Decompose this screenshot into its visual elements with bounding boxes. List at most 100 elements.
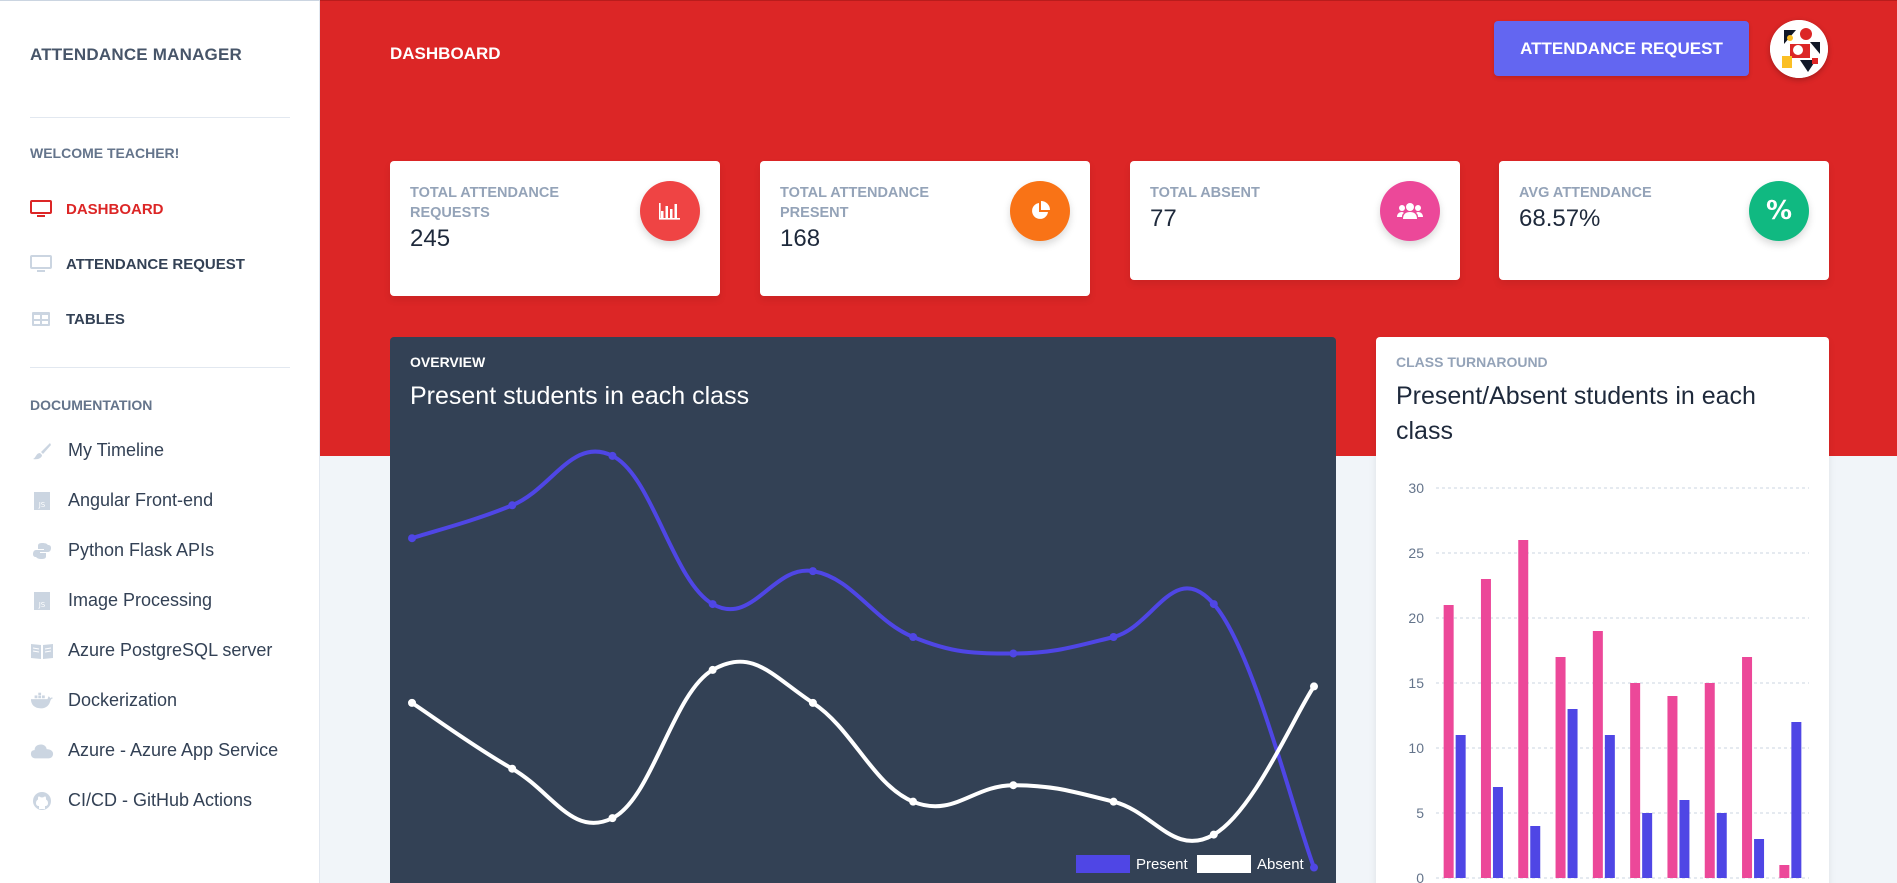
stat-value: 77 xyxy=(1150,205,1177,232)
docker-icon xyxy=(30,691,54,711)
table-icon xyxy=(30,310,52,328)
doc-link-label: Angular Front-end xyxy=(68,490,214,510)
bar-absent xyxy=(1530,826,1541,878)
data-point xyxy=(1209,830,1218,839)
cloud-icon xyxy=(30,741,54,761)
bar-present xyxy=(1742,657,1753,878)
attendance-request-button[interactable]: ATTENDANCE REQUEST xyxy=(1494,21,1749,76)
doc-link-cicd-github-actions[interactable]: CI/CD - GitHub Actions xyxy=(30,790,252,811)
doc-link-label: Azure PostgreSQL server xyxy=(68,640,273,660)
bar-present xyxy=(1630,683,1641,878)
nav-item-tables[interactable]: TABLES xyxy=(30,310,125,328)
bar-present xyxy=(1779,865,1790,878)
data-point xyxy=(508,501,517,510)
doc-link-python-flask-apis[interactable]: Python Flask APIs xyxy=(30,540,214,561)
bar-present xyxy=(1518,540,1529,878)
bar-present xyxy=(1592,631,1603,878)
bar-present xyxy=(1480,579,1491,878)
legend-swatch xyxy=(1076,855,1130,873)
monitor-icon xyxy=(30,255,52,273)
doc-link-angular-front-end[interactable]: JS Angular Front-end xyxy=(30,490,213,511)
data-point xyxy=(1109,633,1118,641)
divider xyxy=(30,117,290,118)
y-tick-label: 15 xyxy=(1408,675,1424,691)
nav-item-attendance-request[interactable]: ATTENDANCE REQUEST xyxy=(30,255,245,273)
data-point xyxy=(808,698,817,707)
data-point xyxy=(1109,797,1118,806)
overview-panel: OVERVIEW Present students in each class … xyxy=(390,337,1336,883)
y-tick-label: 0 xyxy=(1416,870,1424,883)
nav-item-dashboard[interactable]: DASHBOARD xyxy=(30,200,164,218)
data-point xyxy=(1009,649,1018,658)
legend-absent[interactable]: Absent xyxy=(1197,855,1304,873)
stat-card-avg-attendance: AVG ATTENDANCE 68.57% % xyxy=(1499,161,1829,280)
data-point xyxy=(608,451,617,460)
doc-link-label: Azure - Azure App Service xyxy=(68,740,279,760)
stat-card-absent: TOTAL ABSENT 77 xyxy=(1130,161,1460,280)
percent-icon: % xyxy=(1749,181,1809,241)
doc-link-my-timeline[interactable]: My Timeline xyxy=(30,440,164,461)
y-tick-label: 10 xyxy=(1408,740,1424,756)
legend-swatch xyxy=(1197,855,1251,873)
pie-chart-icon xyxy=(1010,181,1070,241)
series-line-present xyxy=(411,449,1316,869)
paintbrush-icon xyxy=(30,441,54,461)
data-point xyxy=(808,567,817,576)
stat-card-present: TOTAL ATTENDANCE PRESENT 168 xyxy=(760,161,1090,296)
y-tick-label: 30 xyxy=(1408,480,1424,496)
python-icon xyxy=(30,541,54,561)
stat-value: 68.57% xyxy=(1519,205,1601,232)
brand-title[interactable]: ATTENDANCE MANAGER xyxy=(30,45,242,65)
doc-link-dockerization[interactable]: Dockerization xyxy=(30,690,177,711)
doc-link-azure-postgresql[interactable]: Azure PostgreSQL server xyxy=(30,640,272,661)
data-point xyxy=(608,814,617,823)
line-chart xyxy=(408,449,1318,872)
legend-present[interactable]: Present xyxy=(1076,855,1188,873)
bar-absent xyxy=(1604,735,1615,878)
data-point xyxy=(1009,781,1018,790)
doc-link-azure-app-service[interactable]: Azure - Azure App Service xyxy=(30,740,278,761)
bar-absent xyxy=(1455,735,1466,878)
y-tick-label: 25 xyxy=(1408,545,1424,561)
legend-label: Absent xyxy=(1257,855,1304,873)
doc-link-image-processing[interactable]: JS Image Processing xyxy=(30,590,212,611)
bar-present xyxy=(1555,657,1566,878)
bar-absent xyxy=(1492,787,1503,878)
bar-chart: 0 5 10 15 20 25 30 xyxy=(1408,480,1809,883)
js-file-icon: JS xyxy=(30,491,54,511)
doc-link-label: Image Processing xyxy=(68,590,213,610)
series-line-absent xyxy=(410,659,1316,843)
data-point xyxy=(909,797,918,806)
page-title[interactable]: DASHBOARD xyxy=(390,44,501,64)
svg-text:JS: JS xyxy=(38,601,46,609)
y-tick-label: 20 xyxy=(1408,610,1424,626)
stat-value: 168 xyxy=(780,225,821,252)
doc-link-label: Python Flask APIs xyxy=(68,540,215,560)
data-point xyxy=(708,600,717,609)
turnaround-panel: CLASS TURNAROUND Present/Absent students… xyxy=(1376,337,1829,883)
welcome-heading: WELCOME TEACHER! xyxy=(30,145,180,161)
bar-absent xyxy=(1567,709,1578,878)
monitor-icon xyxy=(30,200,52,218)
bar-present xyxy=(1667,696,1678,878)
data-point xyxy=(909,633,918,641)
data-point xyxy=(1209,600,1218,609)
stat-label: TOTAL ABSENT xyxy=(1150,185,1260,201)
doc-link-label: CI/CD - GitHub Actions xyxy=(68,790,253,810)
stat-label: TOTAL ATTENDANCE PRESENT xyxy=(780,185,930,221)
bar-absent xyxy=(1679,800,1690,878)
data-point xyxy=(1310,682,1318,691)
bar-absent xyxy=(1642,813,1653,878)
bar-absent xyxy=(1716,813,1727,878)
data-point xyxy=(1310,863,1318,872)
avatar[interactable] xyxy=(1770,20,1828,78)
divider xyxy=(30,367,290,368)
stat-card-requests: TOTAL ATTENDANCE REQUESTS 245 xyxy=(390,161,720,296)
stat-label: AVG ATTENDANCE xyxy=(1519,185,1652,201)
doc-link-label: Dockerization xyxy=(68,690,178,710)
github-icon xyxy=(30,791,54,811)
stat-label: TOTAL ATTENDANCE REQUESTS xyxy=(410,185,560,221)
bar-absent xyxy=(1754,839,1765,878)
data-point xyxy=(708,665,717,674)
bar-chart-icon xyxy=(640,181,700,241)
